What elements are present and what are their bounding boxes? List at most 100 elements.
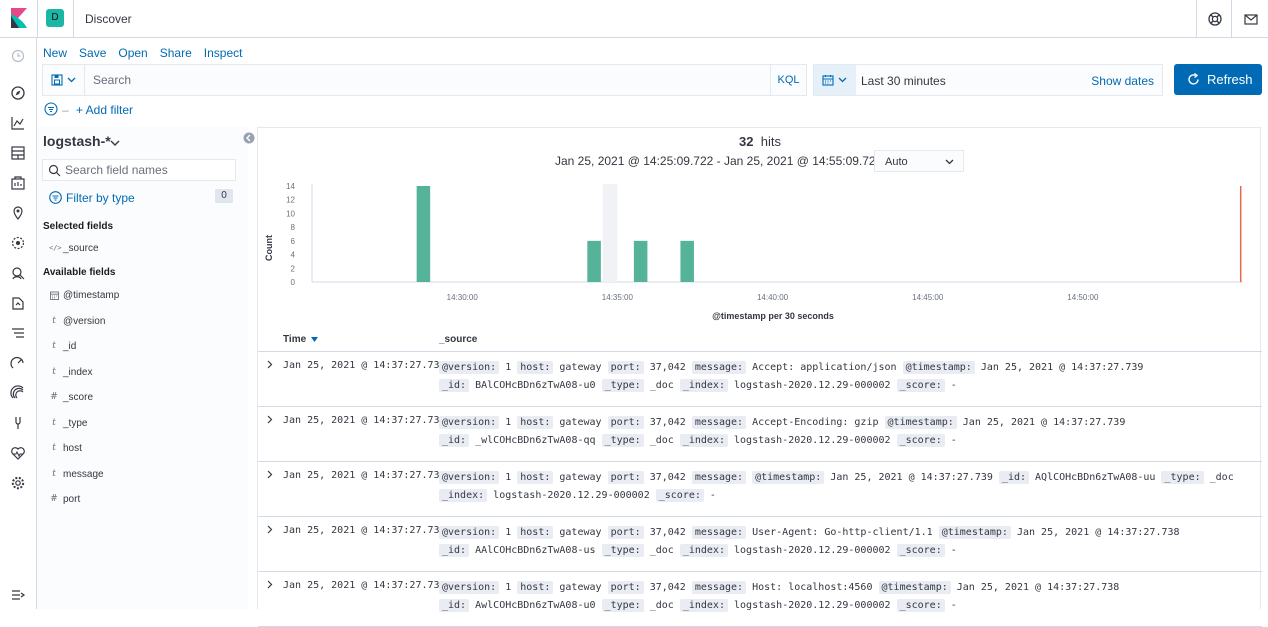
number-type-icon: #: [50, 392, 58, 402]
source-field-value: 1: [499, 362, 512, 373]
visualize-icon[interactable]: [10, 115, 26, 131]
interval-select[interactable]: Auto: [874, 150, 964, 172]
table-row[interactable]: Jan 25, 2021 @ 14:37:27.739 @version: 1 h…: [258, 352, 1262, 407]
monitoring-icon[interactable]: [10, 445, 26, 461]
expand-row-icon[interactable]: [265, 525, 274, 534]
table-row[interactable]: Jan 25, 2021 @ 14:37:27.738 @version: 1 h…: [258, 517, 1262, 572]
source-field-value: Accept: application/json: [746, 362, 897, 373]
source-field-key: @version:: [439, 416, 500, 429]
source-field: _id: BAlCOHcBDn6zTwA08-u0: [439, 379, 596, 392]
add-filter-button[interactable]: + Add filter: [76, 103, 133, 117]
source-field: port: 37,042: [607, 471, 686, 484]
siem-icon[interactable]: [10, 265, 26, 281]
source-field: _type: _doc: [1161, 471, 1234, 484]
filter-dash: –: [62, 103, 69, 117]
recently-viewed-icon[interactable]: [10, 48, 26, 64]
row-source: @version: 1 host: gateway port: 37,042 m…: [439, 579, 1259, 615]
source-field-value: -: [944, 435, 957, 446]
time-column-header[interactable]: Time: [283, 334, 318, 345]
bars-group: [416, 184, 1242, 282]
management-icon[interactable]: [10, 475, 26, 491]
source-field-key: @version:: [439, 526, 500, 539]
x-axis-label: @timestamp per 30 seconds: [712, 311, 834, 321]
show-dates-link[interactable]: Show dates: [1091, 74, 1154, 88]
quick-select-button[interactable]: [814, 65, 856, 95]
field-name: _type: [63, 418, 88, 429]
source-field-key: message:: [691, 361, 747, 374]
source-field-value: 1: [499, 417, 512, 428]
maps-icon[interactable]: [10, 205, 26, 221]
kibana-logo-icon[interactable]: [10, 8, 28, 28]
field-search-input[interactable]: [65, 162, 233, 178]
source-field-value: AwlCOHcBDn6zTwA08-u0: [469, 600, 596, 611]
collapse-nav-icon[interactable]: [10, 587, 26, 603]
source-field-key: host:: [517, 526, 554, 539]
metrics-icon[interactable]: [10, 325, 26, 341]
ml-icon[interactable]: [10, 235, 26, 251]
x-tick-label: 14:45:00: [912, 293, 944, 302]
y-axis: 0 2 4 6 8 10 12 14: [286, 182, 313, 287]
logs-icon[interactable]: [10, 295, 26, 311]
row-time: Jan 25, 2021 @ 14:37:27.739: [283, 470, 446, 481]
chevron-down-icon[interactable]: [109, 137, 121, 149]
row-source: @version: 1 host: gateway port: 37,042 m…: [439, 359, 1259, 395]
source-field-key: @timestamp:: [878, 581, 951, 594]
source-field-key: _id:: [439, 379, 470, 392]
table-row[interactable]: Jan 25, 2021 @ 14:37:27.739 @version: 1 h…: [258, 462, 1262, 517]
source-field: @version: 1: [439, 416, 511, 429]
apm-icon[interactable]: [10, 355, 26, 371]
time-range-label[interactable]: Last 30 minutes: [861, 74, 946, 88]
y-tick-label: 2: [291, 264, 296, 273]
source-field-key: host:: [517, 471, 554, 484]
source-field: host: gateway: [517, 361, 602, 374]
source-field-key: @version:: [439, 471, 500, 484]
row-source: @version: 1 host: gateway port: 37,042 m…: [439, 469, 1259, 505]
table-row[interactable]: Jan 25, 2021 @ 14:37:27.739 @version: 1 h…: [258, 407, 1262, 462]
source-field-value: Jan 25, 2021 @ 14:37:27.739: [974, 362, 1144, 373]
source-field-value: Jan 25, 2021 @ 14:37:27.739: [956, 417, 1126, 428]
string-type-icon: t: [52, 443, 56, 453]
refresh-button[interactable]: Refresh: [1174, 64, 1262, 95]
uptime-icon[interactable]: [10, 385, 26, 401]
y-tick-label: 12: [286, 196, 295, 205]
source-field-key: _index:: [679, 434, 728, 447]
menu-new[interactable]: New: [43, 46, 67, 60]
source-field: _id: AwlCOHcBDn6zTwA08-u0: [439, 599, 596, 612]
menu-inspect[interactable]: Inspect: [204, 46, 243, 60]
help-icon[interactable]: [1207, 11, 1223, 27]
dashboard-icon[interactable]: [10, 145, 26, 161]
menu-open[interactable]: Open: [118, 46, 147, 60]
expand-row-icon[interactable]: [265, 415, 274, 424]
source-field-key: host:: [517, 416, 554, 429]
dev-tools-icon[interactable]: [10, 415, 26, 431]
field-name: host: [63, 443, 82, 454]
query-language-toggle[interactable]: KQL: [770, 65, 806, 95]
canvas-icon[interactable]: [10, 175, 26, 191]
expand-row-icon[interactable]: [265, 360, 274, 369]
source-field-value: 37,042: [643, 472, 686, 483]
search-input[interactable]: [93, 65, 773, 95]
source-field-key: _type:: [601, 434, 644, 447]
selected-fields-title: Selected fields: [43, 221, 114, 232]
table-header: Time _source: [258, 329, 1262, 352]
index-pattern-label[interactable]: logstash-*: [43, 133, 111, 149]
discover-icon[interactable]: [10, 85, 26, 101]
filter-options-icon[interactable]: [44, 102, 58, 116]
histogram-chart[interactable]: 0 2 4 6 8 10 12 14 14:30:00 14:35:00 14:40:00 14:4…: [258, 174, 1262, 324]
expand-row-icon[interactable]: [265, 580, 274, 589]
interval-value: Auto: [885, 156, 908, 168]
source-field-value: 37,042: [643, 582, 686, 593]
space-avatar[interactable]: D: [46, 9, 64, 27]
source-field: _index: logstash-2020.12.29-000002: [679, 599, 891, 612]
collapse-sidebar-icon[interactable]: [243, 132, 255, 144]
y-tick-label: 4: [291, 251, 296, 260]
table-row[interactable]: Jan 25, 2021 @ 14:37:27.738 @version: 1 h…: [258, 572, 1262, 627]
mail-icon[interactable]: [1243, 11, 1259, 27]
y-tick-label: 0: [291, 278, 296, 287]
menu-share[interactable]: Share: [160, 46, 192, 60]
source-field: _score: -: [655, 489, 716, 502]
source-field-value: _doc: [1203, 472, 1234, 483]
saved-queries-button[interactable]: [43, 65, 85, 95]
menu-save[interactable]: Save: [79, 46, 106, 60]
expand-row-icon[interactable]: [265, 470, 274, 479]
